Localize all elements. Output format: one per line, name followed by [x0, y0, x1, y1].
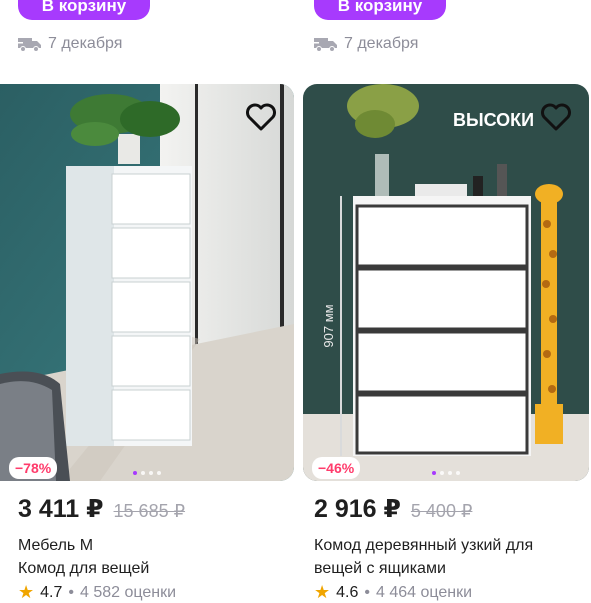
delivery-date: 7 декабря: [314, 33, 418, 55]
product-brand: Мебель М: [18, 537, 94, 554]
product-image: 907 мм ВЫСОКИ: [303, 84, 589, 481]
separator-dot: •: [364, 583, 370, 601]
reviews-count[interactable]: 4 582 оценки: [80, 584, 176, 602]
truck-icon: [18, 38, 41, 52]
product-name-line2: вещей с ящиками: [314, 560, 446, 577]
delivery-date: 7 декабря: [18, 33, 122, 55]
photo-caption: ВЫСОКИ: [453, 110, 534, 130]
delivery-date-text: 7 декабря: [48, 35, 123, 52]
price-block: 3 411 ₽ 15 685 ₽: [18, 494, 185, 524]
discount-badge: −46%: [312, 457, 361, 479]
old-price: 15 685 ₽: [113, 501, 186, 521]
product-title[interactable]: Мебель М Комод для вещей: [18, 534, 293, 580]
add-to-cart-button[interactable]: В корзину: [314, 0, 446, 20]
price-block: 2 916 ₽ 5 400 ₽: [314, 494, 472, 524]
product-photo[interactable]: 907 мм ВЫСОКИ −46%: [303, 84, 589, 481]
product-name: Комод для вещей: [18, 560, 150, 577]
current-price: 2 916 ₽: [314, 495, 401, 523]
star-icon: ★: [314, 582, 331, 602]
separator-dot: •: [68, 583, 74, 601]
product-image: [0, 84, 294, 481]
rating-block: ★ 4.6 • 4 464 оценки: [314, 582, 472, 603]
photo-pager[interactable]: [133, 471, 161, 475]
product-title[interactable]: Комод деревянный узкий для вещей с ящика…: [314, 534, 589, 580]
heart-icon[interactable]: [244, 102, 278, 132]
product-photo[interactable]: −78%: [0, 84, 294, 481]
height-label: 907 мм: [321, 304, 336, 347]
rating-value: 4.7: [40, 583, 63, 601]
product-card-1[interactable]: В корзину 7 декабря −78% 3 411 ₽ 15 685 …: [0, 0, 294, 603]
product-name-line1: Комод деревянный узкий для: [314, 537, 534, 554]
photo-pager[interactable]: [432, 471, 460, 475]
discount-badge: −78%: [9, 457, 58, 479]
old-price: 5 400 ₽: [410, 501, 473, 521]
add-to-cart-button[interactable]: В корзину: [18, 0, 150, 20]
rating-value: 4.6: [336, 583, 359, 601]
star-icon: ★: [18, 582, 35, 602]
product-card-2[interactable]: В корзину 7 декабря 907 мм ВЫСОКИ −46% 2…: [303, 0, 591, 603]
truck-icon: [314, 38, 337, 52]
rating-block: ★ 4.7 • 4 582 оценки: [18, 582, 176, 603]
delivery-date-text: 7 декабря: [344, 35, 419, 52]
heart-icon[interactable]: [539, 102, 573, 132]
reviews-count[interactable]: 4 464 оценки: [376, 584, 472, 602]
current-price: 3 411 ₽: [18, 495, 104, 523]
